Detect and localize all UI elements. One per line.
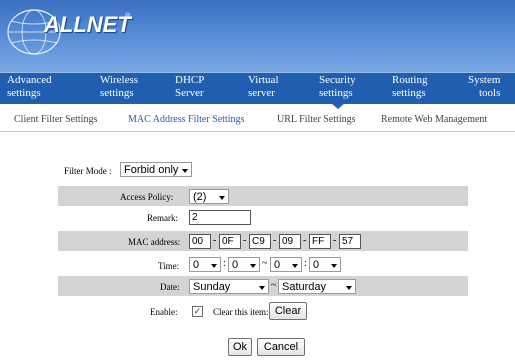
- date-label: Date:: [160, 282, 180, 292]
- filter-mode-value: Forbid only: [124, 164, 179, 176]
- remark-label: Remark:: [147, 213, 178, 223]
- access-policy-select[interactable]: (2): [189, 189, 229, 204]
- chevron-down-icon: [219, 196, 225, 200]
- nav-label: Virtual: [248, 74, 279, 86]
- remark-input[interactable]: 2: [189, 210, 251, 225]
- chevron-down-icon: [259, 286, 265, 290]
- nav-label: Advanced: [7, 74, 52, 86]
- nav-advanced-settings[interactable]: Advanced settings: [7, 74, 52, 104]
- enable-checkbox[interactable]: ✓: [192, 306, 203, 317]
- nav-label: settings: [7, 87, 41, 99]
- nav-label: Wireless: [100, 74, 139, 86]
- time-end-hour-select[interactable]: 0: [270, 257, 302, 272]
- sub-nav: Client Filter Settings MAC Address Filte…: [0, 109, 515, 132]
- mac-filter-form: Filter Mode : Forbid only Access Policy:…: [0, 132, 515, 362]
- time-start-minute-value: 0: [232, 259, 239, 271]
- time-end-minute-value: 0: [313, 259, 320, 271]
- time-start-hour-select[interactable]: 0: [189, 257, 221, 272]
- main-nav: Advanced settings Wireless settings DHCP…: [0, 72, 515, 104]
- mac-octet-6-input[interactable]: 57: [339, 234, 361, 249]
- time-start-minute-select[interactable]: 0: [228, 257, 260, 272]
- mac-separator: -: [303, 235, 307, 246]
- access-policy-value: (2): [193, 191, 207, 203]
- nav-label: Security: [319, 74, 356, 86]
- access-policy-label: Access Policy:: [120, 192, 174, 202]
- chevron-down-icon: [331, 264, 337, 268]
- date-range-separator: ~: [271, 280, 277, 291]
- chevron-down-icon: [182, 169, 188, 173]
- mac-octet-4-input[interactable]: 09: [279, 234, 301, 249]
- mac-separator: -: [243, 235, 247, 246]
- mac-octet-5-input[interactable]: FF: [309, 234, 331, 249]
- nav-label: Server: [175, 87, 204, 99]
- chevron-down-icon: [292, 264, 298, 268]
- mac-octet-1-input[interactable]: 00: [189, 234, 211, 249]
- chevron-down-icon: [250, 264, 256, 268]
- header-banner: ALLNET ®: [0, 0, 515, 72]
- nav-label: tools: [479, 87, 501, 99]
- nav-label: settings: [319, 87, 353, 99]
- clear-button[interactable]: Clear: [269, 302, 307, 320]
- nav-label: settings: [392, 87, 426, 99]
- date-end-select[interactable]: Saturday: [278, 279, 356, 294]
- nav-label: server: [248, 87, 275, 99]
- time-start-hour-value: 0: [193, 259, 200, 271]
- nav-system-tools[interactable]: System tools: [468, 74, 500, 104]
- filter-mode-select[interactable]: Forbid only: [120, 162, 192, 177]
- chevron-down-icon: [346, 286, 352, 290]
- nav-wireless-settings[interactable]: Wireless settings: [100, 74, 138, 104]
- ok-button[interactable]: Ok: [228, 338, 252, 356]
- date-start-value: Sunday: [193, 281, 231, 293]
- mac-separator: -: [273, 235, 277, 246]
- subnav-client-filter[interactable]: Client Filter Settings: [14, 114, 97, 125]
- mac-address-label: MAC address:: [128, 237, 181, 247]
- nav-security-settings[interactable]: Security settings: [319, 74, 356, 104]
- nav-routing-settings[interactable]: Routing settings: [392, 74, 427, 104]
- nav-virtual-server[interactable]: Virtual server: [248, 74, 279, 104]
- mac-octet-3-input[interactable]: C9: [249, 234, 271, 249]
- time-colon: :: [304, 258, 307, 269]
- subnav-url-filter[interactable]: URL Filter Settings: [277, 114, 356, 125]
- cancel-button[interactable]: Cancel: [257, 338, 305, 356]
- mac-separator: -: [333, 235, 337, 246]
- time-label: Time:: [158, 261, 180, 271]
- date-end-value: Saturday: [282, 281, 327, 293]
- nav-label: settings: [100, 87, 134, 99]
- nav-label: DHCP: [175, 74, 205, 86]
- date-start-select[interactable]: Sunday: [189, 279, 269, 294]
- brand-name: ALLNET: [44, 12, 131, 37]
- nav-label: System: [468, 74, 501, 86]
- filter-mode-label: Filter Mode :: [64, 166, 112, 176]
- allnet-logo: ALLNET ®: [4, 3, 136, 63]
- time-end-hour-value: 0: [274, 259, 281, 271]
- mac-octet-2-input[interactable]: 0F: [219, 234, 241, 249]
- time-range-separator: ~: [262, 258, 268, 269]
- time-end-minute-select[interactable]: 0: [309, 257, 341, 272]
- chevron-down-icon: [211, 264, 217, 268]
- nav-dhcp-server[interactable]: DHCP Server: [175, 74, 204, 104]
- enable-label: Enable:: [150, 307, 178, 317]
- mac-separator: -: [213, 235, 217, 246]
- nav-label: Routing: [392, 74, 428, 86]
- clear-item-label: Clear this item:: [213, 307, 269, 317]
- subnav-remote-web-management[interactable]: Remote Web Management: [381, 114, 487, 125]
- registered-mark: ®: [125, 13, 131, 20]
- time-colon: :: [223, 258, 226, 269]
- subnav-mac-filter[interactable]: MAC Address Filter Settings: [128, 114, 244, 125]
